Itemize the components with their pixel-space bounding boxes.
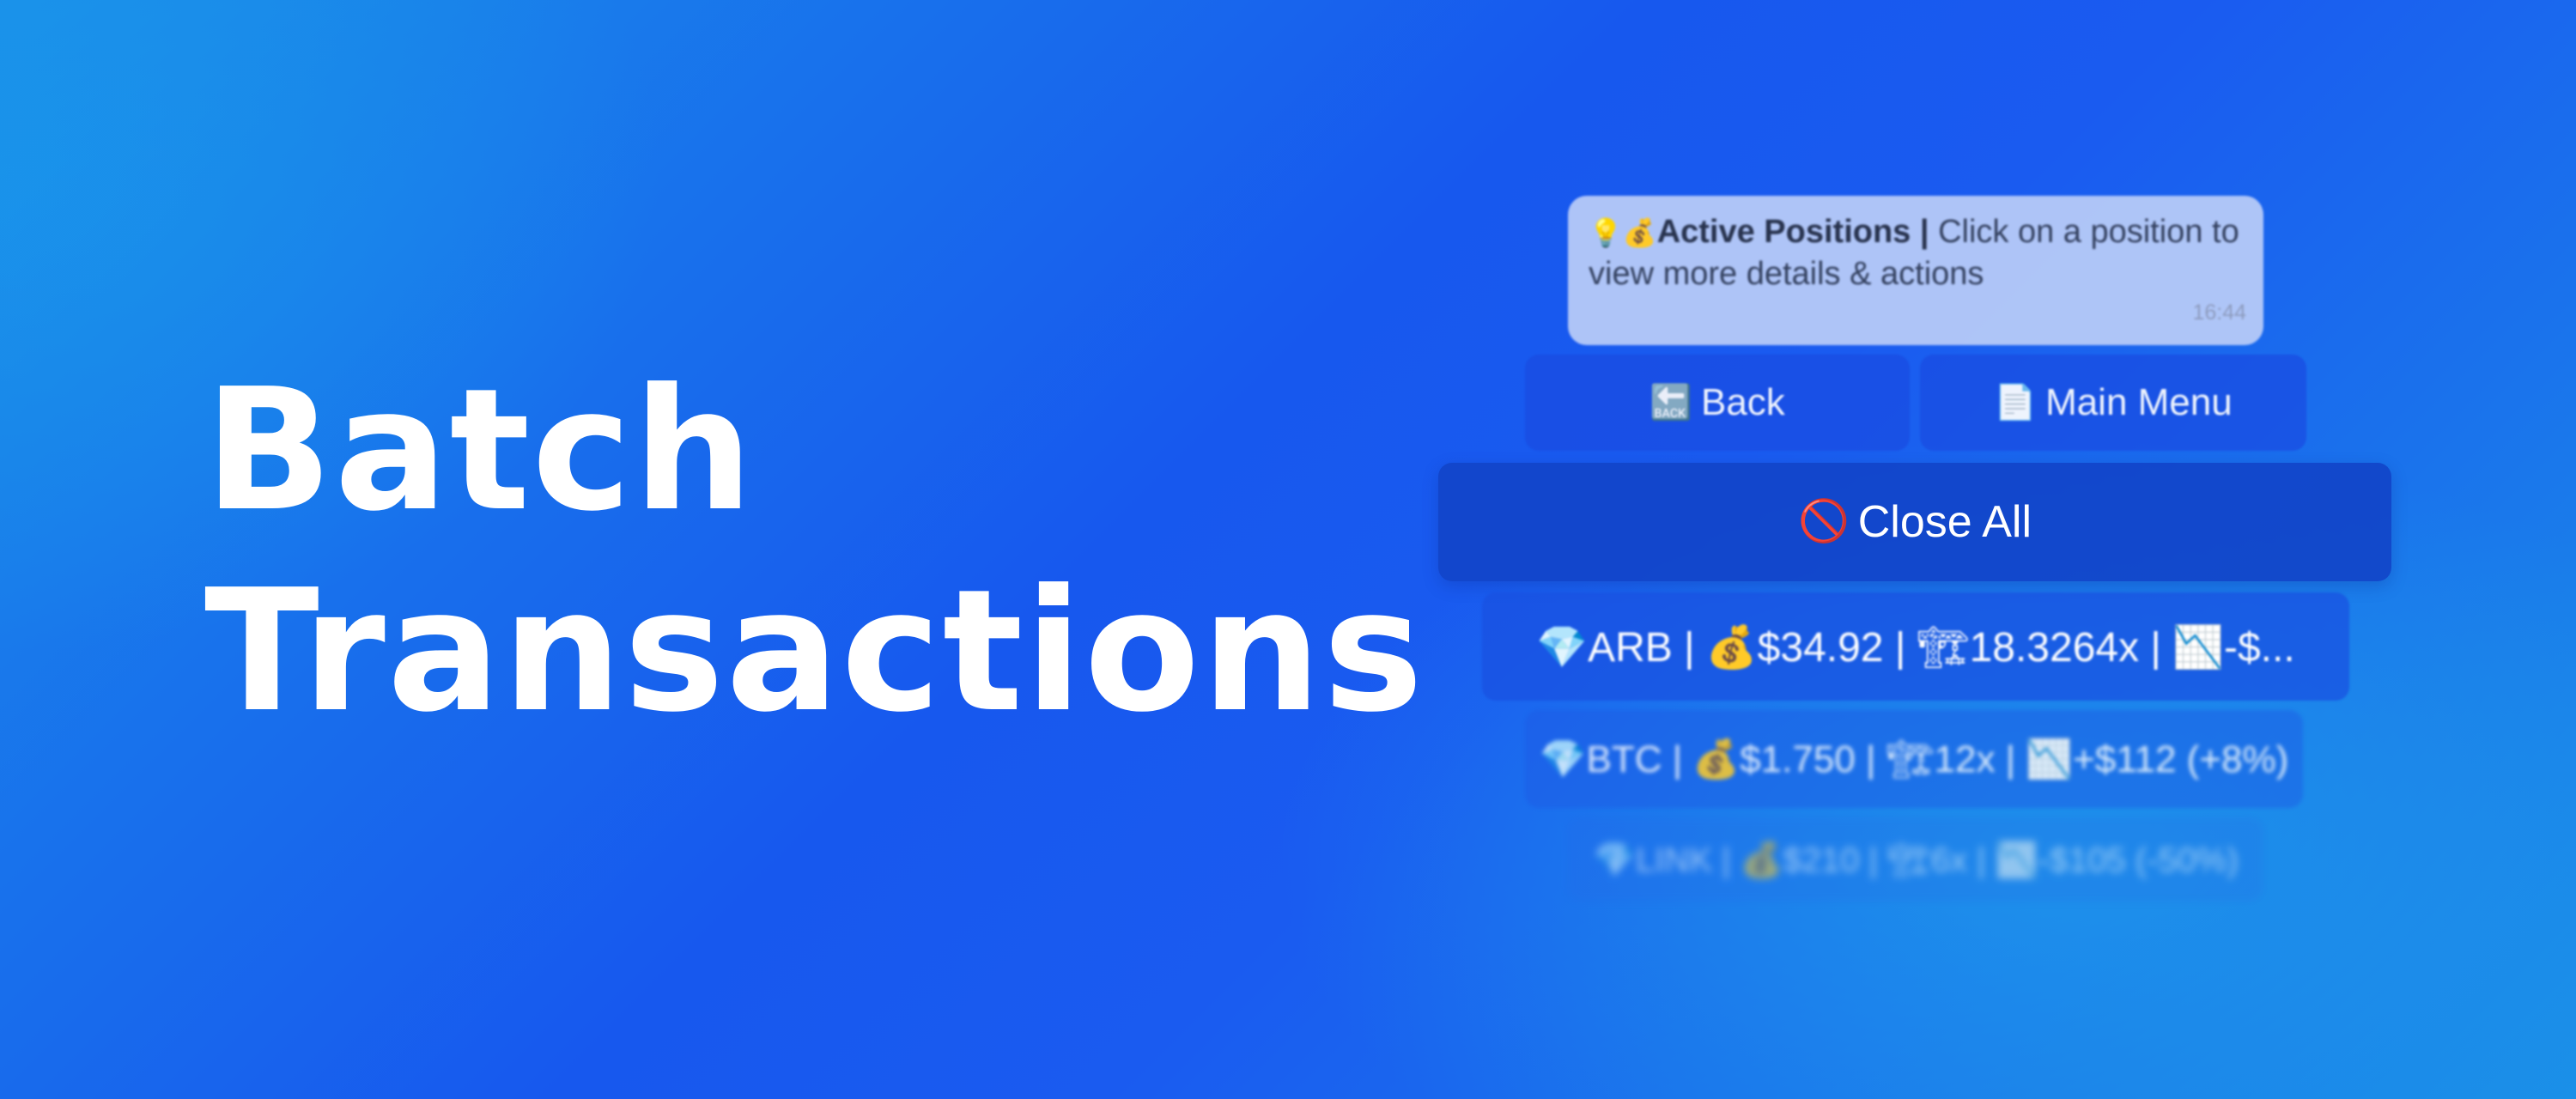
lightbulb-money-bag-icon: 💡💰 (1589, 217, 1657, 248)
back-button[interactable]: 🔙 Back (1525, 355, 1910, 451)
headline-line-1: Batch (204, 353, 756, 549)
message-title: Active Positions | (1656, 214, 1929, 250)
main-menu-button-label: Main Menu (2045, 381, 2233, 423)
headline: Batch Transactions (204, 350, 1425, 752)
page-icon: 📄 (1994, 384, 2038, 422)
main-menu-button[interactable]: 📄 Main Menu (1920, 355, 2306, 451)
close-all-button-label: Close All (1857, 497, 2032, 547)
position-button-btc[interactable]: 💎BTC | 💰$1.750 | 🏗12x | 📉+$112 (+8%) (1525, 710, 2303, 808)
message-timestamp: 16:44 (2192, 301, 2246, 325)
chat-panel: 💡💰Active Positions | Click on a position… (1434, 193, 2396, 914)
back-button-label: Back (1700, 381, 1785, 423)
no-entry-icon: 🚫 (1797, 499, 1850, 544)
bot-message-bubble: 💡💰Active Positions | Click on a position… (1568, 196, 2263, 345)
position-link-label: 💎LINK | 💰$210 | 🏗6x | 📉-$105 (-50%) (1593, 841, 2239, 879)
headline-line-2: Transactions (204, 554, 1425, 750)
position-button-link[interactable]: 💎LINK | 💰$210 | 🏗6x | 📉-$105 (-50%) (1568, 817, 2263, 902)
close-all-button[interactable]: 🚫 Close All (1438, 463, 2391, 581)
position-button-arb[interactable]: 💎ARB | 💰$34.92 | 🏗18.3264x | 📉-$... (1482, 592, 2349, 701)
back-arrow-icon: 🔙 (1649, 384, 1692, 422)
position-btc-label: 💎BTC | 💰$1.750 | 🏗12x | 📉+$112 (+8%) (1539, 738, 2289, 780)
position-arb-label: 💎ARB | 💰$34.92 | 🏗18.3264x | 📉-$... (1536, 624, 2295, 671)
